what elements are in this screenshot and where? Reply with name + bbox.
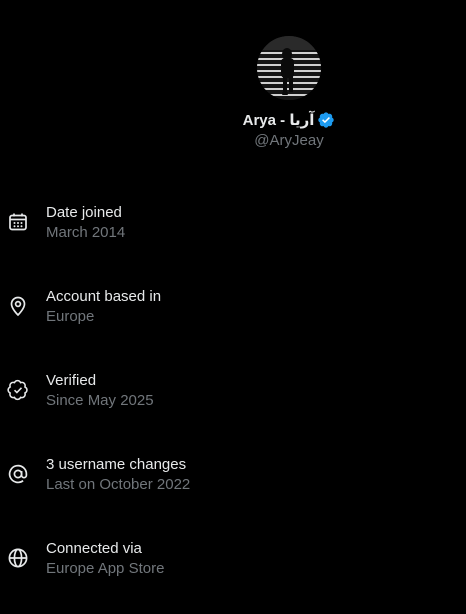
profile-header: Arya - آریا @AryJeay [0, 36, 466, 149]
info-value: Europe [46, 308, 95, 325]
username-handle: @AryJeay [254, 132, 324, 149]
info-row-date-joined: Date joined March 2014 [0, 194, 466, 278]
info-title: Connected via [46, 540, 142, 557]
info-row-username-changes: 3 username changes Last on October 2022 [0, 446, 466, 530]
info-title: 3 username changes [46, 456, 187, 473]
info-text: 3 username changes Last on October 2022 [46, 456, 190, 494]
verified-badge-icon [317, 111, 335, 129]
name-row: Arya - آریا [243, 110, 336, 130]
info-title: Account based in [46, 288, 162, 305]
info-text: Account based in Europe [46, 288, 161, 326]
info-text: Verified Since May 2025 [46, 372, 154, 410]
about-account-list: Date joined March 2014 Account based in … [0, 194, 466, 614]
info-value: Last on October 2022 [46, 476, 191, 493]
display-name: Arya - آریا [242, 112, 315, 129]
info-text: Date joined March 2014 [46, 204, 125, 242]
info-text: Connected via Europe App Store [46, 540, 164, 578]
location-pin-icon [7, 295, 29, 317]
calendar-icon [7, 211, 29, 233]
info-title: Date joined [46, 204, 122, 221]
info-title: Verified [46, 372, 97, 389]
info-row-verified: Verified Since May 2025 [0, 362, 466, 446]
info-row-connected-via: Connected via Europe App Store [0, 530, 466, 614]
globe-icon [7, 547, 29, 569]
avatar-image [257, 36, 321, 100]
info-value: March 2014 [46, 224, 126, 241]
info-value: Since May 2025 [46, 392, 154, 409]
at-sign-icon [7, 463, 29, 485]
avatar[interactable] [257, 36, 321, 100]
info-value: Europe App Store [46, 560, 165, 577]
info-row-account-based-in: Account based in Europe [0, 278, 466, 362]
verified-check-icon [7, 379, 29, 401]
